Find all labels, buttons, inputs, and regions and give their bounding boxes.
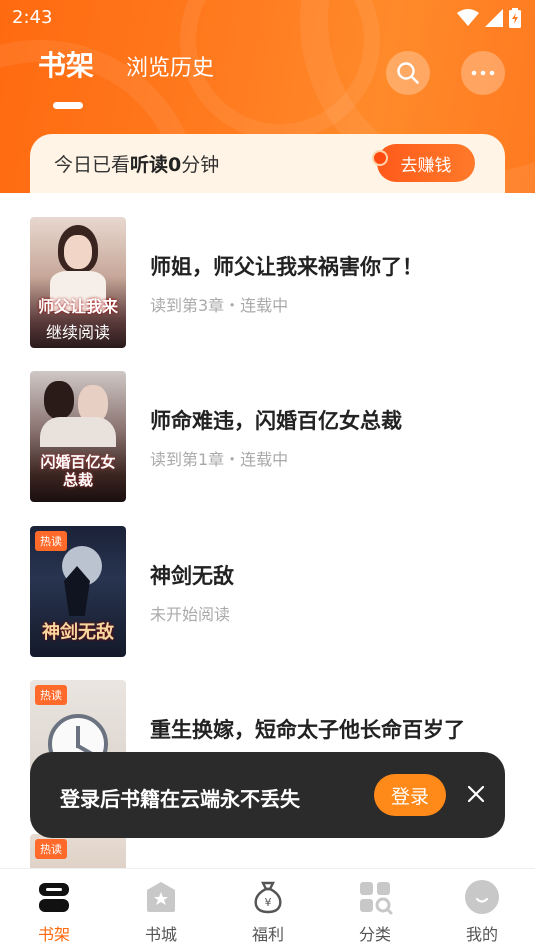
book-item[interactable]: 热读 (0, 834, 535, 868)
nav-item-bookshelf[interactable]: 书架 (14, 879, 94, 949)
nav-item-bookstore[interactable]: 书城 (121, 879, 201, 949)
book-progress: 读到第3章・连载中 (150, 296, 289, 315)
cover-title-text: 闪婚百亿女总裁 (40, 453, 116, 489)
status-time: 2:43 (12, 7, 53, 28)
book-title: 师姐，师父让我来祸害你了！ (150, 255, 423, 279)
nav-item-profile[interactable]: 我的 (442, 879, 522, 949)
bookshelf-icon (39, 883, 69, 912)
status-bar: 2:43 (0, 0, 535, 36)
login-prompt-message: 登录后书籍在云端永不丢失 (60, 787, 300, 811)
nav-item-category[interactable]: 分类 (335, 879, 415, 949)
book-item[interactable]: 热读 神剑无敌 神剑无敌 未开始阅读 (0, 526, 535, 657)
search-button[interactable] (386, 51, 430, 95)
more-dots-icon (471, 70, 495, 76)
book-item[interactable]: 闪婚百亿女总裁 师命难违，闪婚百亿女总裁 读到第1章・连载中 (0, 371, 535, 502)
cover-title-text: 神剑无敌 (42, 622, 114, 643)
nav-label: 我的 (465, 925, 498, 944)
category-grid-icon (360, 882, 393, 915)
book-title: 重生换嫁，短命太子他长命百岁了 (150, 718, 465, 742)
coin-icon (372, 150, 388, 166)
login-button[interactable]: 登录 (374, 774, 446, 816)
book-cover: 热读 神剑无敌 (30, 526, 126, 657)
login-prompt-toast: 登录后书籍在云端永不丢失 登录 (30, 752, 505, 838)
earn-money-button[interactable]: 去赚钱 (372, 144, 475, 182)
more-button[interactable] (461, 51, 505, 95)
wifi-icon (457, 9, 479, 26)
book-cover: 师父让我来 继续阅读 (30, 217, 126, 348)
continue-reading-label: 继续阅读 (45, 323, 110, 342)
signal-icon (485, 9, 503, 27)
book-cover: 热读 (30, 834, 126, 868)
close-toast-button[interactable] (464, 782, 488, 806)
active-tab-indicator (53, 102, 83, 109)
nav-item-welfare[interactable]: ¥ 福利 (228, 879, 308, 949)
book-progress: 读到第1章・连载中 (150, 450, 289, 469)
bookshelf-screen: 2:43 书架 浏览历史 今日已看听读0分钟 去赚钱 师父让我来 继续阅读 师姐… (0, 0, 535, 951)
svg-text:¥: ¥ (265, 896, 272, 909)
tab-browse-history[interactable]: 浏览历史 (126, 50, 214, 82)
nav-label: 分类 (358, 925, 391, 944)
close-icon (467, 785, 485, 803)
cover-title-text: 师父让我来 (37, 297, 118, 316)
nav-label: 书城 (144, 925, 177, 944)
avatar-icon (465, 880, 499, 914)
book-title: 师命难违，闪婚百亿女总裁 (150, 409, 402, 433)
reading-time-text: 今日已看听读0分钟 (54, 150, 219, 177)
book-cover: 闪婚百亿女总裁 (30, 371, 126, 502)
nav-label: 福利 (251, 925, 284, 944)
status-icons (457, 8, 521, 28)
money-bag-icon: ¥ (254, 881, 282, 914)
reading-time-prefix: 今日已看 (54, 154, 131, 176)
bottom-navigation: 书架 书城 ¥ 福利 分类 我的 (0, 868, 535, 951)
hot-read-badge: 热读 (35, 839, 67, 859)
reading-time-suffix: 分钟 (181, 154, 220, 176)
book-item[interactable]: 师父让我来 继续阅读 师姐，师父让我来祸害你了！ 读到第3章・连载中 (0, 217, 535, 348)
nav-label: 书架 (37, 925, 70, 944)
battery-icon (509, 8, 521, 28)
book-title: 神剑无敌 (150, 564, 234, 588)
search-icon (397, 62, 419, 84)
reading-time-banner: 今日已看听读0分钟 去赚钱 (30, 134, 505, 193)
reading-time-value: 听读0 (130, 154, 182, 176)
earn-money-label: 去赚钱 (400, 155, 452, 176)
header: 2:43 书架 浏览历史 今日已看听读0分钟 去赚钱 (0, 0, 535, 193)
book-progress: 未开始阅读 (150, 605, 231, 624)
tab-bookshelf[interactable]: 书架 (38, 44, 94, 84)
hot-read-badge: 热读 (35, 685, 67, 705)
hot-read-badge: 热读 (35, 531, 67, 551)
bookstore-icon (147, 882, 175, 912)
